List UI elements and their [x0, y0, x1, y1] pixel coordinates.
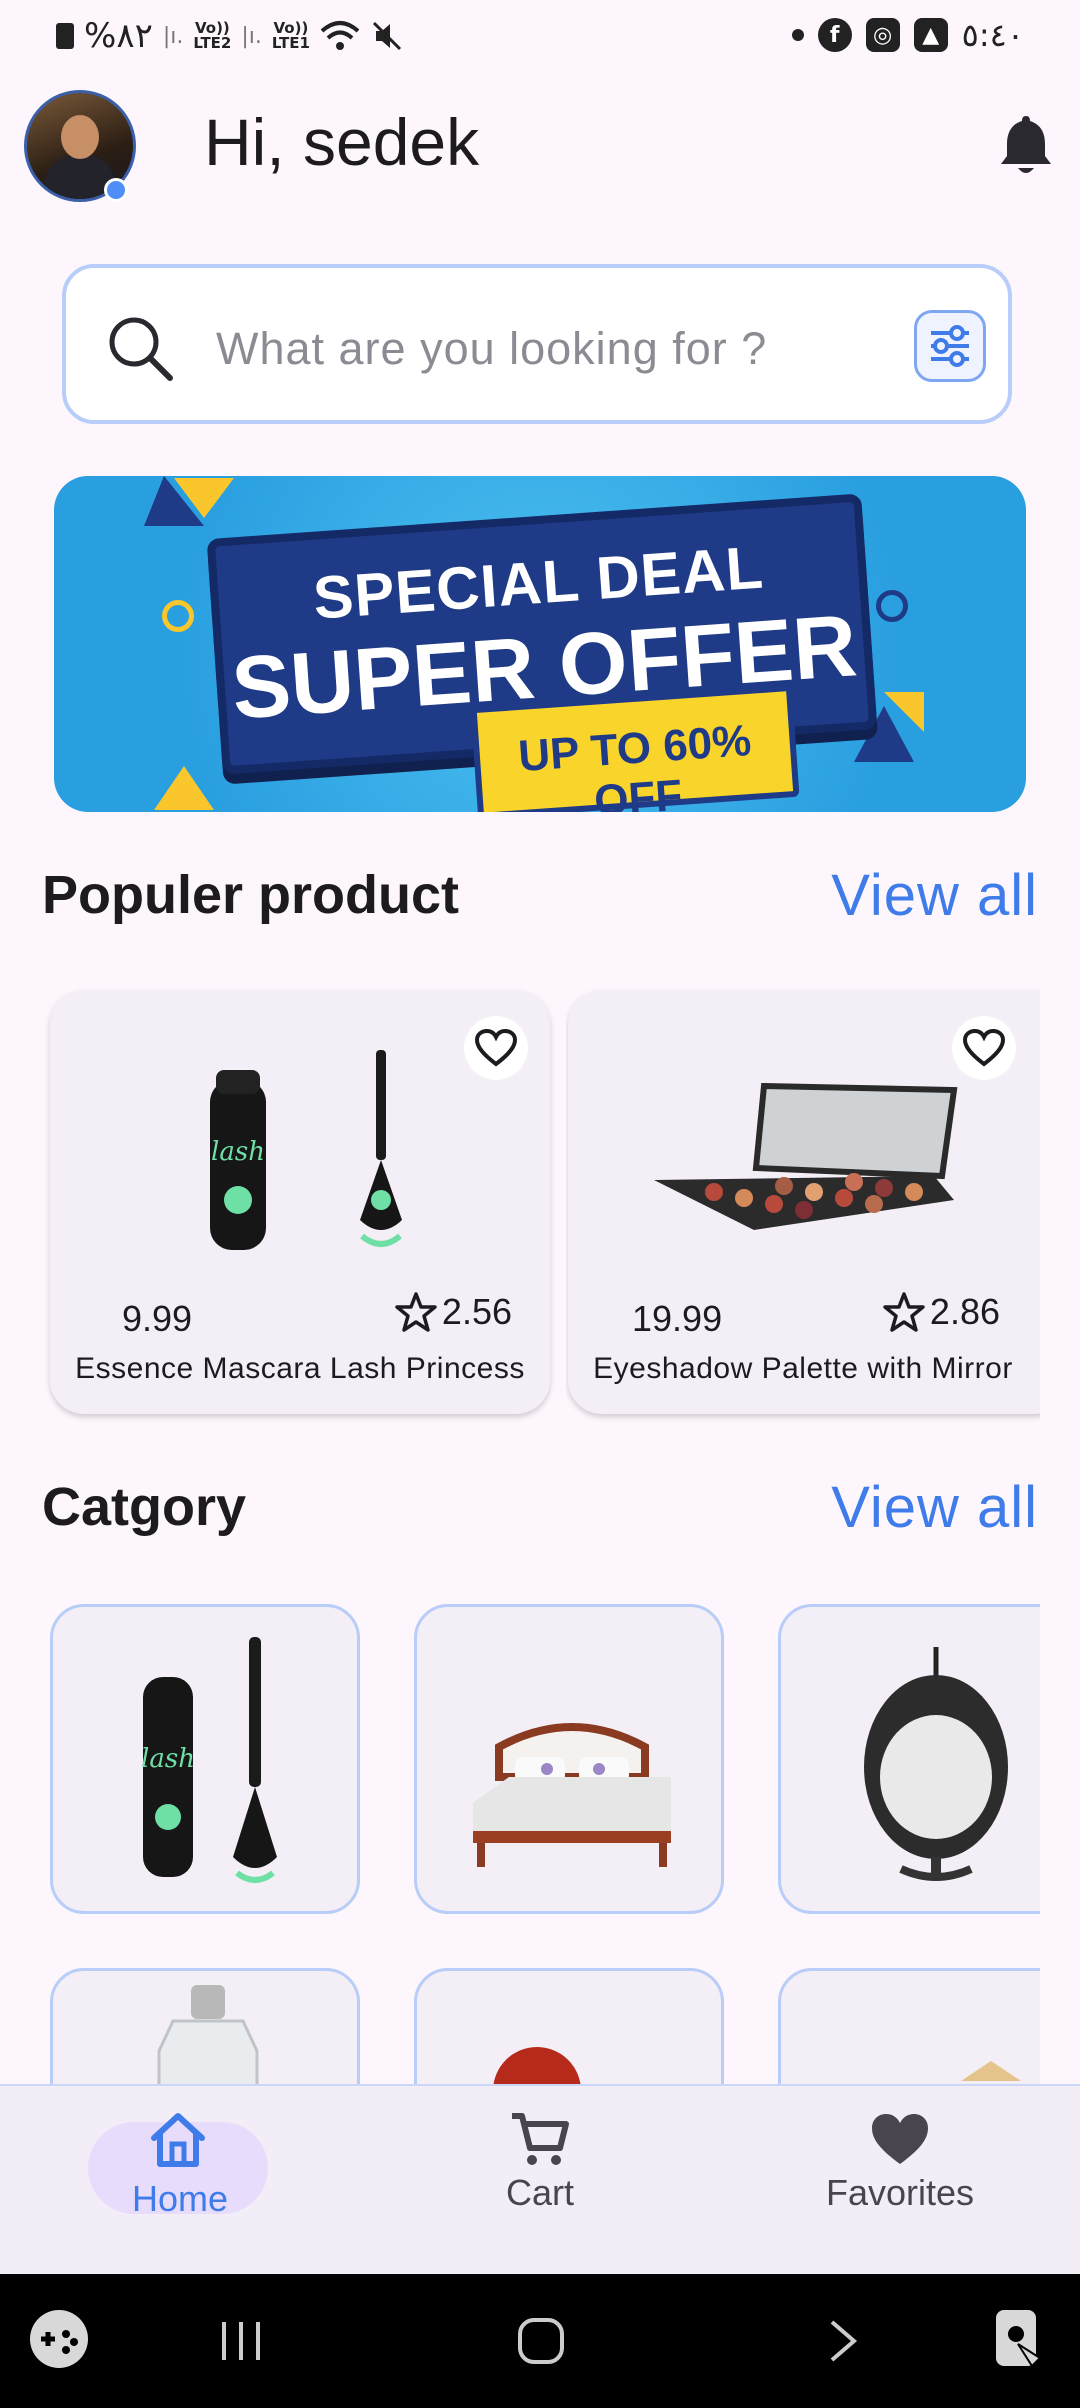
product-rating: 2.56 [394, 1290, 512, 1334]
status-right: f ◎ ▲ ٥:٤٠ [791, 16, 1024, 54]
nav-cart[interactable]: Cart [360, 2086, 720, 2276]
category-image [961, 2061, 1021, 2081]
category-grid: lash [0, 1600, 1040, 2084]
confetti-ring [876, 590, 908, 622]
nav-favorites-label: Favorites [825, 2172, 975, 2213]
category-tile-fragrances[interactable] [50, 1968, 360, 2084]
search-input[interactable]: What are you looking for ? [216, 323, 767, 375]
search-icon [109, 317, 173, 381]
confetti-ring [162, 600, 194, 632]
category-tile-groceries[interactable] [414, 1968, 724, 2084]
category-image [864, 1647, 1008, 1881]
wifi-icon [320, 21, 360, 50]
category-tile-home-decor[interactable] [778, 1604, 1040, 1914]
category-image [493, 2047, 581, 2084]
star-outline-icon [395, 1292, 437, 1332]
banner-tag-text: UP TO 60% OFF [516, 715, 753, 812]
popular-view-all-link[interactable]: View all [831, 862, 1038, 929]
network-indicator-2: Vo)) LTE2 [193, 19, 232, 52]
product-carousel-clip: 19.99 2.86 Eyeshadow Palette with Mirror [566, 980, 1040, 1430]
category-image [473, 1723, 671, 1867]
filter-button[interactable] [914, 310, 986, 382]
product-rating-value: 2.86 [929, 1291, 1000, 1332]
network-indicator-1: Vo)) LTE1 [271, 19, 310, 52]
promo-banner[interactable]: SPECIAL DEAL SUPER OFFER UP TO 60% OFF [54, 476, 1026, 812]
nav-home[interactable]: Home [0, 2086, 360, 2276]
instagram-icon: ◎ [865, 18, 900, 52]
facebook-icon: f [817, 18, 852, 52]
battery-icon [56, 23, 74, 49]
notification-dot-icon [791, 29, 804, 41]
status-left: %٨٢ |ı. Vo)) LTE2 |ı. Vo)) LTE1 [56, 16, 404, 56]
product-name: Eyeshadow Palette with Mirror [593, 1352, 1013, 1385]
category-tile-more[interactable] [778, 1968, 1040, 2084]
favorite-button[interactable] [952, 1016, 1016, 1080]
confetti-shape [154, 766, 214, 810]
nav-cart-label: Cart [505, 2172, 574, 2213]
signal-icon: |ı. [162, 23, 184, 49]
filter-icon [931, 325, 969, 367]
confetti-shape [884, 692, 924, 732]
mute-icon [372, 21, 401, 51]
battery-level: %٨٢ [84, 16, 153, 56]
bottom-navigation: Home Cart Favorites [0, 2084, 1080, 2276]
product-price: 9.99 [122, 1298, 193, 1339]
greeting-title: Hi, sedek [204, 105, 480, 179]
clock: ٥:٤٠ [961, 16, 1024, 54]
product-card[interactable]: 19.99 2.86 Eyeshadow Palette with Mirror [568, 990, 1040, 1414]
home-icon [151, 2113, 205, 2167]
online-status-icon [104, 178, 128, 202]
category-image [157, 1985, 259, 2084]
category-section-title: Catgory [42, 1477, 247, 1537]
cart-icon [512, 2113, 569, 2165]
system-navigation-bar [0, 2274, 1080, 2408]
screen-lock-icon[interactable] [988, 2304, 1048, 2374]
avatar-face [61, 115, 99, 159]
product-name: Essence Mascara Lash Princess [75, 1352, 525, 1385]
heart-icon [872, 2114, 928, 2164]
product-price: 19.99 [632, 1298, 723, 1339]
category-tile-furniture[interactable] [414, 1604, 724, 1914]
product-image [654, 1082, 958, 1230]
product-card[interactable]: lash 9.99 2.56 Essence Mascara Lash Prin… [50, 990, 550, 1414]
confetti-shape [144, 476, 204, 526]
category-image: lash [141, 1637, 277, 1883]
signal-icon: |ı. [241, 23, 262, 49]
nav-home-label: Home [131, 2178, 229, 2219]
search-bar[interactable]: What are you looking for ? [62, 264, 1012, 424]
category-tile-beauty[interactable]: lash [50, 1604, 360, 1914]
notification-bell-icon[interactable] [996, 112, 1056, 176]
star-outline-icon [883, 1292, 925, 1332]
svg-text:lash: lash [141, 1744, 195, 1774]
back-chevron-icon[interactable] [826, 2318, 860, 2364]
product-image: lash [210, 1050, 402, 1250]
status-bar: %٨٢ |ı. Vo)) LTE2 |ı. Vo)) LTE1 f ◎ ▲ ٥:… [0, 0, 1080, 76]
banner-discount-tag: UP TO 60% OFF [470, 684, 800, 812]
game-launcher-icon[interactable] [28, 2308, 90, 2370]
gallery-icon: ▲ [913, 18, 948, 52]
product-rating-value: 2.56 [441, 1291, 512, 1332]
home-navigation-icon[interactable] [516, 2316, 566, 2366]
svg-text:lash: lash [211, 1137, 265, 1167]
recent-apps-icon[interactable] [218, 2318, 264, 2364]
heart-outline-icon [962, 1028, 1006, 1067]
favorite-button[interactable] [464, 1016, 528, 1080]
popular-section-title: Populer product [42, 865, 459, 925]
category-view-all-link[interactable]: View all [831, 1474, 1038, 1541]
heart-outline-icon [474, 1028, 518, 1067]
nav-favorites[interactable]: Favorites [720, 2086, 1080, 2276]
product-rating: 2.86 [882, 1290, 1000, 1334]
